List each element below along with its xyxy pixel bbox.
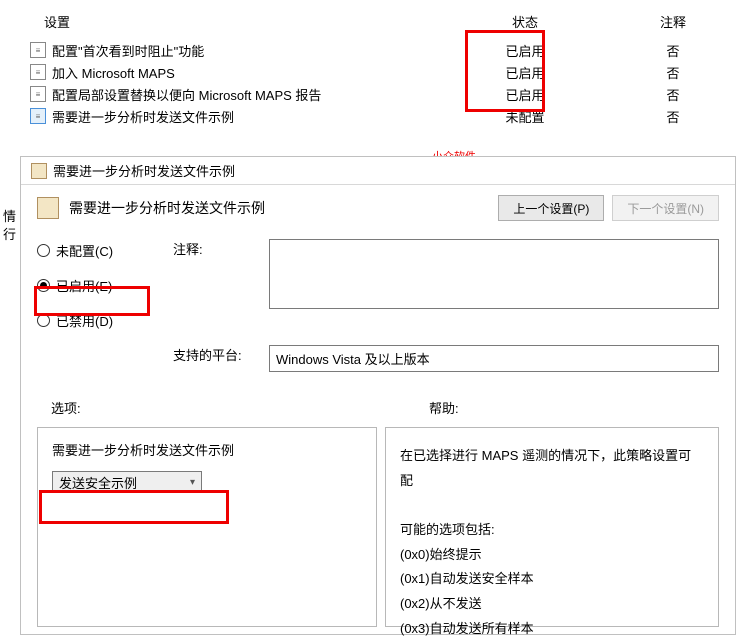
help-panel: 在已选择进行 MAPS 遥测的情况下，此策略设置可配 可能的选项包括: (0x0… xyxy=(385,427,719,627)
policy-state: 已启用 xyxy=(440,85,610,104)
side-text-1: 情 xyxy=(3,208,16,226)
policy-state: 已启用 xyxy=(440,41,610,60)
options-label: 选项: xyxy=(37,398,429,417)
col-header-state[interactable]: 状态 xyxy=(440,12,610,31)
policy-icon: ≡ xyxy=(30,86,46,102)
platform-label: 支持的平台: xyxy=(173,345,261,372)
help-option-0: (0x0)始终提示 xyxy=(400,543,704,568)
list-item[interactable]: ≡ 加入 Microsoft MAPS 已启用 否 xyxy=(0,61,736,83)
options-panel: 需要进一步分析时发送文件示例 发送安全示例 ▾ xyxy=(37,427,377,627)
col-header-comment[interactable]: 注释 xyxy=(610,12,736,31)
policy-comment: 否 xyxy=(610,63,736,82)
help-intro: 在已选择进行 MAPS 遥测的情况下，此策略设置可配 xyxy=(400,444,704,493)
policy-name: 配置局部设置替换以便向 Microsoft MAPS 报告 xyxy=(52,85,440,104)
sample-select[interactable]: 发送安全示例 ▾ xyxy=(52,471,202,493)
col-header-setting[interactable]: 设置 xyxy=(0,12,440,31)
policy-list: 设置 状态 注释 ≡ 配置"首次看到时阻止"功能 已启用 否 ≡ 加入 Micr… xyxy=(0,0,736,127)
dialog-title-icon xyxy=(31,163,47,179)
help-option-2: (0x2)从不发送 xyxy=(400,592,704,617)
policy-comment: 否 xyxy=(610,85,736,104)
list-item[interactable]: ≡ 配置局部设置替换以便向 Microsoft MAPS 报告 已启用 否 xyxy=(0,83,736,105)
radio-icon xyxy=(37,279,50,292)
dialog-title-bar[interactable]: 需要进一步分析时发送文件示例 xyxy=(21,157,735,185)
radio-icon xyxy=(37,244,50,257)
list-item[interactable]: ≡ 需要进一步分析时发送文件示例 未配置 否 xyxy=(0,105,736,127)
radio-icon xyxy=(37,314,50,327)
option-panel-label: 需要进一步分析时发送文件示例 xyxy=(52,440,362,459)
next-setting-button: 下一个设置(N) xyxy=(612,195,719,221)
policy-icon: ≡ xyxy=(30,64,46,80)
policy-name: 配置"首次看到时阻止"功能 xyxy=(52,41,440,60)
help-option-1: (0x1)自动发送安全样本 xyxy=(400,567,704,592)
comment-textarea[interactable] xyxy=(269,239,719,309)
prev-setting-button[interactable]: 上一个设置(P) xyxy=(498,195,604,221)
policy-comment: 否 xyxy=(610,107,736,126)
chevron-down-icon: ▾ xyxy=(190,477,195,488)
dialog-header-title: 需要进一步分析时发送文件示例 xyxy=(69,198,488,218)
radio-enabled[interactable]: 已启用(E) xyxy=(37,276,149,295)
radio-disabled[interactable]: 已禁用(D) xyxy=(37,311,149,330)
policy-icon: ≡ xyxy=(30,108,46,124)
radio-label: 未配置(C) xyxy=(56,241,113,260)
help-option-3: (0x3)自动发送所有样本 xyxy=(400,617,704,642)
policy-icon: ≡ xyxy=(30,42,46,58)
radio-unconfigured[interactable]: 未配置(C) xyxy=(37,241,149,260)
policy-name: 需要进一步分析时发送文件示例 xyxy=(52,107,440,126)
policy-comment: 否 xyxy=(610,41,736,60)
policy-dialog: 需要进一步分析时发送文件示例 需要进一步分析时发送文件示例 上一个设置(P) 下… xyxy=(20,156,736,635)
dialog-title: 需要进一步分析时发送文件示例 xyxy=(53,161,235,180)
policy-name: 加入 Microsoft MAPS xyxy=(52,63,440,82)
platform-value: Windows Vista 及以上版本 xyxy=(269,345,719,372)
help-label: 帮助: xyxy=(429,398,719,417)
comment-label: 注释: xyxy=(173,239,261,309)
select-value: 发送安全示例 xyxy=(59,473,137,492)
policy-state: 未配置 xyxy=(440,107,610,126)
side-text-2: 行 xyxy=(3,226,16,244)
help-options-header: 可能的选项包括: xyxy=(400,518,704,543)
policy-state: 已启用 xyxy=(440,63,610,82)
radio-label: 已禁用(D) xyxy=(56,311,113,330)
dialog-header-icon xyxy=(37,197,59,219)
radio-label: 已启用(E) xyxy=(56,276,112,295)
list-item[interactable]: ≡ 配置"首次看到时阻止"功能 已启用 否 xyxy=(0,39,736,61)
